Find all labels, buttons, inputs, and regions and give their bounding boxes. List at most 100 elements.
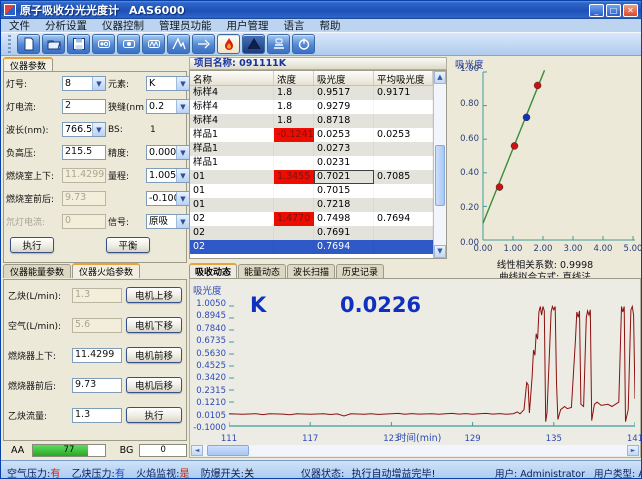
tab-flame-params[interactable]: 仪器火焰参数	[72, 263, 140, 278]
chevron-down-icon[interactable]: ▼	[176, 192, 189, 205]
col-name[interactable]: 名称	[190, 71, 274, 85]
wavelength-select[interactable]: 766.5▼	[62, 122, 106, 137]
table-cell-name: 样品1	[190, 156, 274, 170]
menu-help[interactable]: 帮助	[320, 18, 341, 33]
burner-icon[interactable]	[267, 34, 290, 54]
table-row[interactable]: 标样41.80.95170.9171	[190, 86, 433, 100]
table-cell-avg-absorbance: 0.9171	[374, 86, 433, 100]
table-cell-name: 02	[190, 212, 274, 226]
wavelength-peak-icon[interactable]	[167, 34, 190, 54]
chevron-down-icon[interactable]: ▼	[176, 146, 189, 159]
table-row[interactable]: 标样41.80.9279	[190, 100, 433, 114]
toolbar-grip[interactable]	[8, 35, 11, 53]
scrollbar-thumb[interactable]	[435, 145, 445, 206]
table-row[interactable]: 010.7218	[190, 198, 433, 212]
signal-select[interactable]: 原吸▼	[146, 214, 190, 229]
chevron-down-icon[interactable]: ▼	[92, 77, 105, 90]
tab-absorption-dynamics[interactable]: 吸收动态	[189, 263, 237, 278]
tab-energy-params[interactable]: 仪器能量参数	[3, 264, 71, 278]
beam-icon[interactable]	[192, 34, 215, 54]
table-row[interactable]: 021.47700.74980.7694	[190, 212, 433, 226]
hv-input[interactable]: 215.5	[62, 145, 106, 160]
application-window: 原子吸收分光光度计 AAS6000 _ □ ✕ 文件 分析设置 仪器控制 管理员…	[0, 0, 642, 479]
table-row[interactable]: 样品10.0231	[190, 156, 433, 170]
precision-label: 精度:	[108, 146, 144, 159]
menu-file[interactable]: 文件	[9, 18, 30, 33]
table-row[interactable]: 010.7015	[190, 184, 433, 198]
acetylene-flow-input[interactable]: 1.3	[72, 408, 122, 423]
tab-energy-dynamics[interactable]: 能量动态	[238, 264, 286, 278]
table-row[interactable]: 样品1-0.12410.02530.0253	[190, 128, 433, 142]
table-vertical-scrollbar[interactable]: ▲ ▼	[433, 71, 446, 258]
open-folder-icon[interactable]	[42, 34, 65, 54]
hollow-cathode-lamp-icon[interactable]	[117, 34, 140, 54]
table-cell-avg-absorbance	[374, 184, 433, 198]
table-cell-concentration	[274, 142, 314, 156]
tab-wavelength-scan[interactable]: 波长扫描	[287, 264, 335, 278]
menu-instrument-control[interactable]: 仪器控制	[102, 18, 144, 33]
scrollbar-thumb[interactable]	[207, 445, 249, 456]
table-body: 标样41.80.95170.9171标样41.80.9279标样41.80.87…	[190, 86, 433, 254]
absorbance-peak-icon[interactable]	[242, 34, 265, 54]
tab-history[interactable]: 历史记录	[336, 264, 384, 278]
maximize-button[interactable]: □	[606, 4, 621, 17]
precision-select[interactable]: 0.0000▼	[146, 145, 190, 160]
lamp-no-select[interactable]: 8▼	[62, 76, 106, 91]
new-file-icon[interactable]	[17, 34, 40, 54]
menu-language[interactable]: 语言	[284, 18, 305, 33]
motor-back-button[interactable]: 电机后移	[126, 377, 182, 393]
motor-forward-button[interactable]: 电机前移	[126, 347, 182, 363]
burner-fb-input[interactable]: 9.73	[72, 378, 122, 393]
chevron-down-icon[interactable]: ▼	[176, 77, 189, 90]
burner-ud-input[interactable]: 11.4299	[72, 348, 122, 363]
table-cell-concentration: 1.8	[274, 100, 314, 114]
menu-analysis-settings[interactable]: 分析设置	[45, 18, 87, 33]
scroll-up-icon[interactable]: ▲	[434, 71, 446, 84]
range-select[interactable]: 1.0050▼	[146, 168, 190, 183]
chevron-down-icon[interactable]: ▼	[176, 169, 189, 182]
chart-horizontal-scrollbar[interactable]: ◄ ►	[191, 445, 639, 456]
table-cell-avg-absorbance	[374, 142, 433, 156]
minimize-button[interactable]: _	[589, 4, 604, 17]
motor-down-button[interactable]: 电机下移	[126, 317, 182, 333]
table-cell-name: 02	[190, 240, 274, 254]
table-row[interactable]: 020.7694	[190, 240, 433, 254]
table-cell-concentration	[274, 226, 314, 240]
motor-up-button[interactable]: 电机上移	[126, 287, 182, 303]
menu-user-management[interactable]: 用户管理	[227, 18, 269, 33]
table-row[interactable]: 样品10.0273	[190, 142, 433, 156]
element-select[interactable]: K▼	[146, 76, 190, 91]
close-button[interactable]: ✕	[623, 4, 638, 17]
col-absorbance[interactable]: 吸光度	[314, 71, 374, 85]
scroll-down-icon[interactable]: ▼	[434, 245, 446, 258]
slit-select[interactable]: 0.2▼	[146, 99, 190, 114]
execute-button[interactable]: 执行	[10, 237, 54, 253]
lamp-current-input[interactable]: 2	[62, 99, 106, 114]
menu-admin-functions[interactable]: 管理员功能	[159, 18, 212, 33]
table-row[interactable]: 标样41.80.8718	[190, 114, 433, 128]
acetylene-input: 1.3	[72, 288, 122, 303]
col-concentration[interactable]: 浓度	[274, 71, 314, 85]
air-label: 空气(L/min):	[8, 319, 68, 332]
acetylene-pressure-label: 乙炔压力:	[72, 469, 115, 479]
energy-icon[interactable]	[142, 34, 165, 54]
flame-icon[interactable]	[217, 34, 240, 54]
chamber-fb-label: 燃烧室前后:	[6, 192, 60, 205]
balance-button[interactable]: 平衡	[106, 237, 150, 253]
chevron-down-icon[interactable]: ▼	[176, 100, 189, 113]
power-icon[interactable]	[292, 34, 315, 54]
save-icon[interactable]	[67, 34, 90, 54]
offset-select[interactable]: -0.1000▼	[146, 191, 190, 206]
scroll-right-icon[interactable]: ►	[627, 445, 639, 456]
table-row[interactable]: 011.34550.70210.7085	[190, 170, 433, 184]
chevron-down-icon[interactable]: ▼	[92, 123, 105, 136]
col-avg-absorbance[interactable]: 平均吸光度	[374, 71, 433, 85]
lamp-icon[interactable]	[92, 34, 115, 54]
scroll-left-icon[interactable]: ◄	[191, 445, 203, 456]
d2-current-input: 0	[62, 214, 106, 229]
table-row[interactable]: 020.7691	[190, 226, 433, 240]
tab-instrument-params[interactable]: 仪器参数	[3, 57, 53, 72]
chevron-down-icon[interactable]: ▼	[176, 215, 189, 228]
flame-execute-button[interactable]: 执行	[126, 407, 182, 423]
table-cell-concentration	[274, 240, 314, 254]
